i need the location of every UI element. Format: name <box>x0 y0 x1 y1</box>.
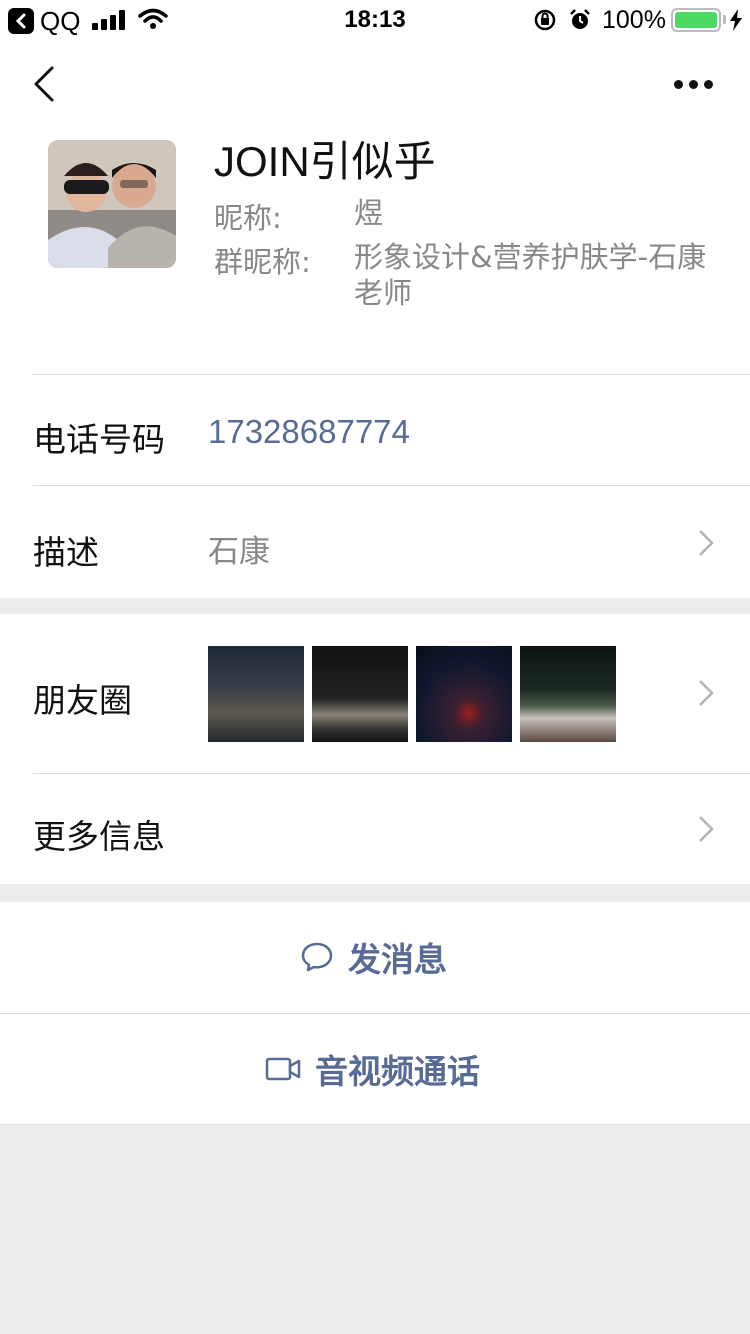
rotation-lock-icon <box>534 9 556 31</box>
battery-percent: 100% <box>602 6 666 34</box>
video-call-button[interactable]: 音视频通话 <box>0 1014 750 1124</box>
video-call-label: 音视频通话 <box>315 1052 480 1091</box>
back-icon[interactable] <box>30 64 60 104</box>
phone-number-link[interactable]: 17328687774 <box>208 413 410 451</box>
moments-thumbnail <box>208 646 304 742</box>
group-nickname-label: 群昵称: <box>214 245 311 279</box>
divider <box>0 1124 750 1125</box>
send-message-button[interactable]: 发消息 <box>0 902 750 1012</box>
moments-label: 朋友圈 <box>33 681 132 720</box>
description-value: 石康 <box>208 534 270 570</box>
chevron-right-icon <box>699 680 714 706</box>
video-camera-icon <box>265 1057 301 1081</box>
chevron-right-icon <box>699 816 714 842</box>
nickname-value: 煜 <box>354 196 384 230</box>
battery-level <box>675 12 717 28</box>
phone-label: 电话号码 <box>33 420 165 459</box>
send-message-content: 发消息 <box>300 902 447 1012</box>
video-call-content: 音视频通话 <box>265 1014 480 1124</box>
battery-icon <box>671 8 721 32</box>
profile-section: JOIN引似乎 昵称: 煜 群昵称: 形象设计&营养护肤学-石康老师 电话号码 … <box>0 40 750 598</box>
actions-section: 发消息 音视频通话 <box>0 902 750 1124</box>
avatar-photo <box>48 140 176 268</box>
moments-section: 朋友圈 更多信息 <box>0 614 750 884</box>
description-label: 描述 <box>33 533 99 572</box>
moments-row[interactable]: 朋友圈 <box>0 614 750 773</box>
battery-tip <box>723 15 726 24</box>
moments-thumbnail <box>520 646 616 742</box>
description-row[interactable]: 描述 石康 <box>0 486 750 598</box>
moments-thumbnail <box>312 646 408 742</box>
chevron-right-icon <box>699 530 714 556</box>
charging-icon <box>730 9 742 31</box>
group-nickname-value: 形象设计&营养护肤学-石康老师 <box>354 240 707 310</box>
more-info-label: 更多信息 <box>33 817 165 856</box>
status-bar: QQ 18:13 100% <box>0 0 750 40</box>
more-icon[interactable] <box>674 80 714 90</box>
phone-row[interactable]: 电话号码 17328687774 <box>0 375 750 485</box>
avatar[interactable] <box>48 140 176 268</box>
profile-name: JOIN引似乎 <box>214 138 436 185</box>
nickname-label: 昵称: <box>214 201 282 235</box>
send-message-label: 发消息 <box>348 940 447 979</box>
more-info-row[interactable]: 更多信息 <box>0 774 750 884</box>
chat-bubble-icon <box>301 942 333 972</box>
alarm-icon <box>570 9 590 29</box>
moments-thumbnail <box>416 646 512 742</box>
